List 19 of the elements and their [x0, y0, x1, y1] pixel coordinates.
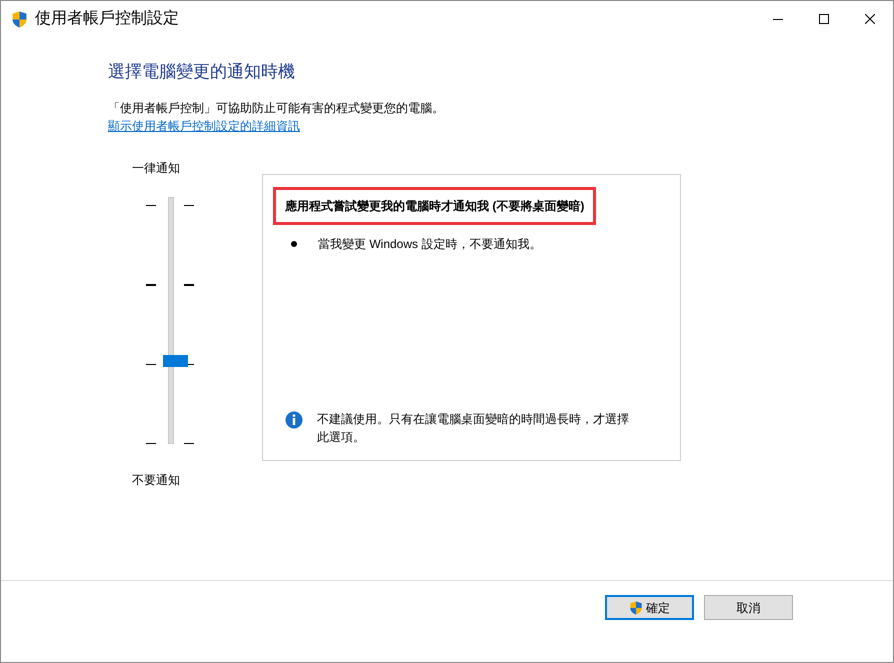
description-text: 「使用者帳戶控制」可協助防止可能有害的程式變更您的電腦。: [108, 100, 445, 116]
info-icon: [285, 410, 303, 428]
maximize-icon: [819, 14, 829, 24]
ok-button[interactable]: 確定: [605, 595, 694, 620]
setting-title: 應用程式嘗試變更我的電腦時才通知我 (不要將桌面變暗): [273, 186, 596, 224]
shield-icon: [11, 10, 28, 28]
slider-bottom-label: 不要通知: [132, 472, 180, 488]
close-icon: [865, 14, 875, 24]
shield-icon: [629, 600, 643, 614]
cancel-button[interactable]: 取消: [704, 595, 793, 620]
page-heading: 選擇電腦變更的通知時機: [108, 61, 296, 83]
bullet-text: 當我變更 Windows 設定時，不要通知我。: [318, 236, 542, 252]
bullet-icon: [291, 240, 297, 246]
note-text: 不建議使用。只有在讓電腦桌面變暗的時間過長時，才選擇此選項。: [317, 410, 630, 446]
window-title: 使用者帳戶控制設定: [35, 8, 179, 29]
slider-top-label: 一律通知: [132, 160, 180, 176]
minimize-icon: [773, 18, 783, 20]
slider-thumb[interactable]: [163, 354, 188, 367]
details-link[interactable]: 顯示使用者帳戶控制設定的詳細資訊: [108, 116, 300, 134]
